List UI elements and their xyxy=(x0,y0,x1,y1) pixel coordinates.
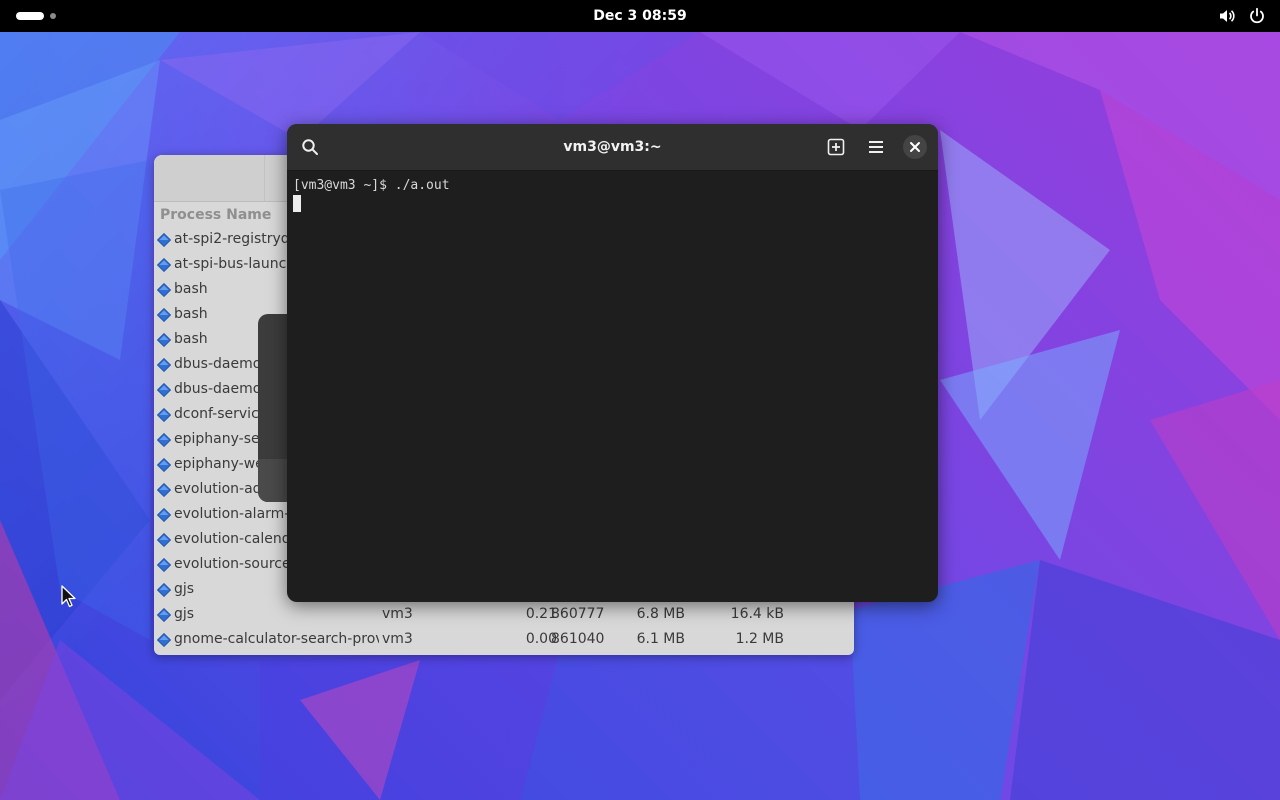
process-icon xyxy=(157,308,171,322)
volume-icon[interactable] xyxy=(1218,7,1236,25)
terminal-cursor xyxy=(293,195,301,212)
workspace-active-indicator xyxy=(16,12,44,20)
terminal-headerbar: vm3@vm3:~ xyxy=(287,124,938,171)
process-cpu: 0.21 xyxy=(525,606,557,622)
process-icon xyxy=(157,558,171,572)
process-icon xyxy=(157,383,171,397)
process-icon xyxy=(157,483,171,497)
table-row[interactable]: gjs vm3 0.21 860777 6.8 MB 16.4 kB xyxy=(154,602,854,627)
process-icon xyxy=(157,433,171,447)
process-id: 861040 xyxy=(551,631,605,647)
process-icon xyxy=(157,283,171,297)
activities-indicator[interactable] xyxy=(16,12,56,20)
process-icon xyxy=(157,583,171,597)
system-tray[interactable] xyxy=(1218,7,1266,25)
process-icon xyxy=(157,358,171,372)
table-row[interactable]: gnome-calculator-search-providervm3 0.008… xyxy=(154,627,854,652)
header-separator xyxy=(264,155,265,201)
process-disk-read: 1.2 MB xyxy=(735,631,784,647)
clock-area: Dec 3 08:59 xyxy=(0,0,1280,32)
process-icon xyxy=(157,608,171,622)
clock[interactable]: Dec 3 08:59 xyxy=(593,8,686,24)
top-bar: Dec 3 08:59 xyxy=(0,0,1280,32)
process-icon xyxy=(157,233,171,247)
process-icon xyxy=(157,408,171,422)
process-user: vm3 xyxy=(382,631,413,647)
process-icon xyxy=(157,633,171,647)
process-memory: 6.1 MB xyxy=(636,631,685,647)
process-cpu: 0.00 xyxy=(525,631,557,647)
terminal-prompt-line: [vm3@vm3 ~]$ ./a.out xyxy=(293,178,450,193)
terminal-window[interactable]: vm3@vm3:~ [vm3@vm3 ~]$ ./a.out xyxy=(287,124,938,602)
process-name: gnome-calculator-search-provider xyxy=(174,631,379,647)
mouse-pointer-icon xyxy=(61,585,76,608)
power-icon[interactable] xyxy=(1248,7,1266,25)
close-icon xyxy=(910,142,920,152)
menu-icon xyxy=(869,141,883,153)
process-memory: 6.8 MB xyxy=(636,606,685,622)
process-disk-read: 16.4 kB xyxy=(730,606,784,622)
process-icon xyxy=(157,333,171,347)
new-tab-icon xyxy=(827,138,845,156)
process-user: vm3 xyxy=(382,606,413,622)
process-icon xyxy=(157,508,171,522)
close-button[interactable] xyxy=(903,135,927,159)
new-tab-button[interactable] xyxy=(824,135,848,159)
terminal-output[interactable]: [vm3@vm3 ~]$ ./a.out xyxy=(287,171,938,217)
main-menu-button[interactable] xyxy=(864,135,888,159)
process-icon xyxy=(157,533,171,547)
process-icon xyxy=(157,458,171,472)
process-id: 860777 xyxy=(551,606,605,622)
workspace-indicator xyxy=(50,13,56,19)
process-name: gjs xyxy=(174,606,195,622)
process-icon xyxy=(157,258,171,272)
